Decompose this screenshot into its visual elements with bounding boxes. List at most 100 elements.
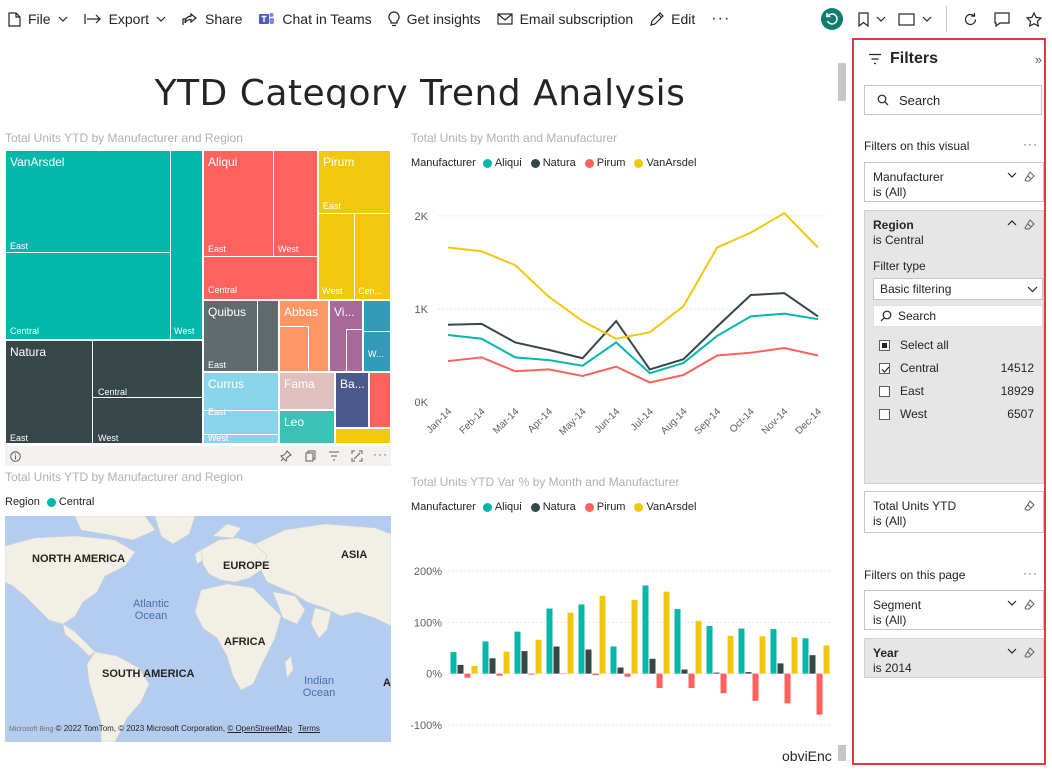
star-icon [1026,11,1042,27]
checkbox[interactable] [879,339,890,351]
export-menu[interactable]: Export [76,0,174,38]
treemap-tile[interactable] [335,428,391,444]
more-options-icon[interactable]: ··· [373,447,388,461]
filter-type-value: Basic filtering [880,282,952,296]
clear-filter-icon[interactable] [1024,599,1035,610]
region-search-input[interactable]: Search [873,305,1043,327]
legend-item-aliqui[interactable]: Aliqui [482,157,522,169]
vertical-scrollbar[interactable] [838,63,846,101]
bookmark-menu[interactable] [852,0,892,38]
checkbox[interactable] [879,362,890,374]
treemap-subtile[interactable] [280,326,309,371]
treemap-tile[interactable]: Ba... [335,372,369,428]
filter-name: Segment [873,598,922,612]
legend-item-pirum[interactable]: Pirum [584,157,625,169]
line-chart-plot[interactable]: 0K 1K 2K Jan-14 Feb-14 Mar-14 Apr-14 May-14 Jun-… [400,178,840,438]
more-options-button[interactable]: ··· [703,0,738,38]
legend-label: Natura [542,157,576,169]
filter-card-year[interactable]: Year is 2014 [864,638,1044,678]
comments-button[interactable] [986,0,1018,38]
treemap-subtile[interactable] [346,329,362,371]
file-menu[interactable]: File [0,0,76,38]
filter-icon[interactable] [328,451,340,461]
option-select-all[interactable]: Select all [879,338,1034,352]
treemap-visual[interactable]: VanArsdel East Central West Natura Centr… [5,150,391,444]
option-east[interactable]: East 18929 [879,384,1034,398]
treemap-tile[interactable]: Vi... [329,300,363,372]
chevron-up-icon[interactable] [1007,220,1017,226]
reset-button[interactable] [812,0,852,38]
legend-dot [584,502,594,512]
bar-aliqui [706,625,713,674]
map-label-north-america: NORTH AMERICA [32,553,126,565]
treemap-tile[interactable]: Leo [279,410,335,444]
copy-icon[interactable] [305,450,316,462]
view-menu[interactable] [892,0,938,38]
edit-button[interactable]: Edit [641,0,703,38]
legend-item-vanarsdel[interactable]: VanArsdel [634,501,696,513]
filter-card-segment[interactable]: Segment is (All) [864,590,1044,630]
treemap-subtile[interactable] [257,301,278,371]
filters-search-input[interactable]: Search [864,85,1042,115]
focus-mode-icon[interactable] [351,450,363,462]
openstreetmap-link[interactable]: © OpenStreetMap [227,724,292,733]
legend-label: VanArsdel [646,501,697,513]
legend-item-vanarsdel[interactable]: VanArsdel [634,157,696,169]
treemap-subtile[interactable] [273,151,317,257]
legend-item-natura[interactable]: Natura [530,157,576,169]
treemap-subtile[interactable] [6,151,170,253]
treemap-tile[interactable]: Fama [279,372,335,410]
bar-chart-plot[interactable]: -100% 0% 100% 200% Jan-14Feb-14Mar-14Apr-14M… [400,518,840,738]
legend-item-central[interactable]: Central [46,496,94,508]
treemap-tile[interactable]: Natura Central East West [5,340,203,444]
clear-filter-icon[interactable] [1024,500,1035,511]
treemap-tile[interactable]: Quibus East [203,300,279,372]
clear-filter-icon[interactable] [1024,219,1035,230]
bar-vanarsdel [759,636,766,674]
filter-card-manufacturer[interactable]: Manufacturer is (All) [864,162,1044,202]
map-visual[interactable]: NORTH AMERICA EUROPE ASIA AFRICA SOUTH A… [5,516,391,742]
treemap-tile[interactable]: Abbas [279,300,329,372]
treemap-subtile[interactable] [170,151,202,339]
bar-chart-legend: Manufacturer Aliqui Natura Pirum VanArsdel [411,501,700,513]
chevron-down-icon[interactable] [1007,648,1017,654]
treemap-tile[interactable]: Currus East West [203,372,279,444]
filter-card-region[interactable]: Region is Central Filter type Basic filt… [864,210,1044,484]
share-button[interactable]: Share [174,0,250,38]
more-options-icon[interactable]: ··· [1023,137,1038,151]
refresh-button[interactable] [955,0,986,38]
chevron-down-icon[interactable] [1007,172,1017,178]
option-central[interactable]: Central 14512 [879,361,1034,375]
pin-icon[interactable] [280,450,292,462]
collapse-pane-icon[interactable]: » [1035,52,1042,67]
favorite-button[interactable] [1018,0,1052,38]
legend-item-natura[interactable]: Natura [530,501,576,513]
terms-link[interactable]: Terms [298,724,320,733]
chevron-down-icon[interactable] [1007,600,1017,606]
legend-item-pirum[interactable]: Pirum [584,501,625,513]
comment-icon [994,11,1010,27]
scrollbar-bottom[interactable] [838,745,846,761]
chat-in-teams-button[interactable]: Chat in Teams [250,0,379,38]
checkbox[interactable] [879,385,890,397]
clear-filter-icon[interactable] [1024,171,1035,182]
treemap-tile[interactable] [369,372,391,428]
email-subscription-button[interactable]: Email subscription [489,0,642,38]
treemap-tile[interactable]: W... [363,300,391,372]
clear-filter-icon[interactable] [1024,647,1035,658]
filter-type-dropdown[interactable]: Basic filtering [873,278,1043,300]
filter-card-total-units-ytd[interactable]: Total Units YTD is (All) [864,491,1044,533]
option-west[interactable]: West 6507 [879,407,1034,421]
option-count: 6507 [1007,407,1034,421]
legend-title: Manufacturer [411,157,476,169]
treemap-tile[interactable]: Aliqui East West Central [203,150,318,300]
series-line-pirum [447,347,819,384]
info-icon[interactable] [10,451,21,462]
checkbox[interactable] [879,408,890,420]
get-insights-button[interactable]: Get insights [380,0,489,38]
legend-item-aliqui[interactable]: Aliqui [482,501,522,513]
email-subscription-label: Email subscription [519,11,634,27]
treemap-tile[interactable]: VanArsdel East Central West [5,150,203,340]
more-options-icon[interactable]: ··· [1023,566,1038,580]
treemap-tile[interactable]: Pirum East West Cen... [318,150,391,300]
